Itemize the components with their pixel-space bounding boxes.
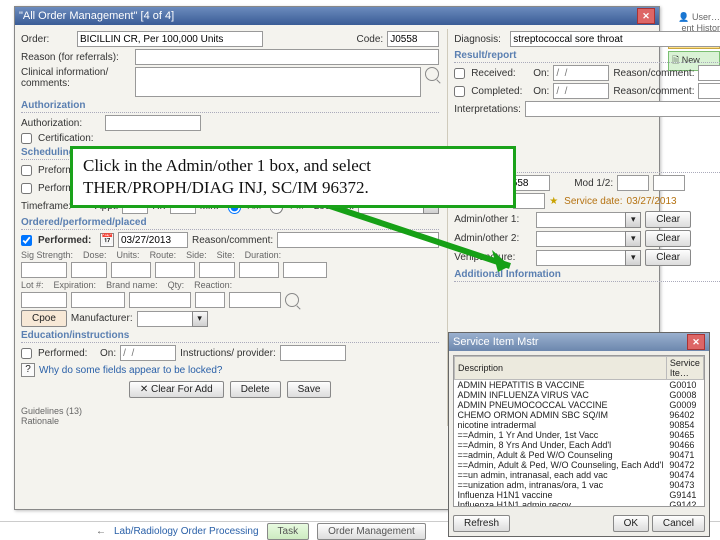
table-row[interactable]: ==Admin, 8 Yrs And Under, Each Add'l9046… bbox=[455, 440, 704, 450]
refresh-button[interactable]: Refresh bbox=[453, 515, 510, 532]
chevron-down-icon[interactable]: ▾ bbox=[192, 311, 208, 327]
table-row[interactable]: ==Admin, 1 Yr And Under, 1st Vacc90465 bbox=[455, 430, 704, 440]
reaction-input[interactable] bbox=[229, 292, 281, 308]
table-row[interactable]: nicotine intradermal90854 bbox=[455, 420, 704, 430]
service-item-master-dialog: Service Item Mstr ✕ Description Service … bbox=[448, 332, 710, 537]
site-input[interactable] bbox=[239, 262, 279, 278]
diagnosis-label: Diagnosis: bbox=[454, 34, 506, 45]
task-button-bottom[interactable]: Task bbox=[267, 523, 310, 540]
chevron-down-icon[interactable]: ▾ bbox=[625, 212, 641, 228]
close-icon[interactable]: ✕ bbox=[687, 334, 705, 350]
venipuncture-input[interactable] bbox=[536, 250, 625, 266]
service-date: 03/27/2013 bbox=[627, 196, 677, 207]
interpretations-input[interactable] bbox=[525, 101, 720, 117]
order-management-button[interactable]: Order Management bbox=[317, 523, 426, 540]
certification-checkbox[interactable] bbox=[21, 133, 32, 144]
side-input[interactable] bbox=[199, 262, 235, 278]
table-row[interactable]: ==Admin, Adult & Ped, W/O Counseling, Ea… bbox=[455, 460, 704, 470]
reason-input[interactable] bbox=[135, 49, 439, 65]
table-row[interactable]: ADMIN PNEUMOCOCCAL VACCINEG0009 bbox=[455, 400, 704, 410]
chevron-down-icon[interactable]: ▾ bbox=[625, 250, 641, 266]
callout-arrow-icon bbox=[320, 200, 540, 300]
dose-input[interactable] bbox=[71, 262, 107, 278]
calendar-icon[interactable]: 📅 bbox=[100, 233, 114, 247]
table-row[interactable]: ADMIN HEPATITIS B VACCINEG0010 bbox=[455, 380, 704, 391]
authorization-label: Authorization: bbox=[21, 118, 101, 129]
education-header: Education/instructions bbox=[21, 330, 439, 343]
instruction-callout: Click in the Admin/other 1 box, and sele… bbox=[70, 146, 516, 208]
table-row[interactable]: CHEMO ORMON ADMIN SBC SQ/IM96402 bbox=[455, 410, 704, 420]
units-input[interactable] bbox=[111, 262, 151, 278]
window-title: "All Order Management" [4 of 4] bbox=[19, 7, 174, 25]
manufacturer-select[interactable] bbox=[137, 311, 192, 327]
qty-input[interactable] bbox=[195, 292, 225, 308]
instructions-input[interactable] bbox=[280, 345, 346, 361]
route-input[interactable] bbox=[155, 262, 195, 278]
mod1-input[interactable] bbox=[617, 175, 649, 191]
rationale-link[interactable]: Rationale bbox=[21, 416, 439, 426]
mod2-input[interactable] bbox=[653, 175, 685, 191]
table-row[interactable]: ==un admin, intranasal, each add vac9047… bbox=[455, 470, 704, 480]
received-checkbox[interactable] bbox=[454, 68, 465, 79]
expiration-input[interactable] bbox=[71, 292, 125, 308]
table-row[interactable]: Influenza H1N1 admin recovG9142 bbox=[455, 500, 704, 507]
table-row[interactable]: Influenza H1N1 vaccineG9141 bbox=[455, 490, 704, 500]
clinical-info-input[interactable] bbox=[135, 67, 421, 97]
brand-input[interactable] bbox=[129, 292, 191, 308]
star-icon: ★ bbox=[549, 196, 558, 207]
table-row[interactable]: ==unization adm, intranas/ora, 1 vac9047… bbox=[455, 480, 704, 490]
col-description[interactable]: Description bbox=[455, 357, 667, 380]
order-input[interactable] bbox=[77, 31, 263, 47]
admin-other-2-input[interactable] bbox=[536, 231, 625, 247]
lot-input[interactable] bbox=[21, 292, 67, 308]
cancel-button[interactable]: Cancel bbox=[652, 515, 705, 532]
locked-fields-link[interactable]: Why do some fields appear to be locked? bbox=[39, 365, 222, 376]
reason-label: Reason (for referrals): bbox=[21, 52, 131, 63]
clinical-info-label: Clinical information/ comments: bbox=[21, 67, 131, 89]
lab-radiology-link[interactable]: Lab/Radiology Order Processing bbox=[114, 526, 259, 537]
clear-for-add-button[interactable]: ✕ Clear For Add bbox=[129, 381, 224, 398]
service-item-table[interactable]: Description Service Ite… ADMIN HEPATITIS… bbox=[454, 356, 704, 507]
ok-button[interactable]: OK bbox=[613, 515, 649, 532]
clear-admin2-button[interactable]: Clear bbox=[645, 230, 691, 247]
completed-checkbox[interactable] bbox=[454, 86, 465, 97]
col-service-item[interactable]: Service Ite… bbox=[666, 357, 703, 380]
table-row[interactable]: ADMIN INFLUENZA VIRUS VACG0008 bbox=[455, 390, 704, 400]
close-icon[interactable]: ✕ bbox=[637, 8, 655, 24]
code-input[interactable] bbox=[387, 31, 439, 47]
authorization-header: Authorization bbox=[21, 100, 439, 113]
admin-other-1-input[interactable] bbox=[536, 212, 625, 228]
preformed-checkbox[interactable] bbox=[21, 165, 32, 176]
save-button[interactable]: Save bbox=[287, 381, 332, 398]
result-report-header: Result/report bbox=[454, 50, 720, 63]
magnify-icon[interactable] bbox=[285, 293, 299, 307]
table-row[interactable]: ==admin, Adult & Ped W/O Counseling90471 bbox=[455, 450, 704, 460]
code-label: Code: bbox=[357, 34, 384, 45]
authorization-input[interactable] bbox=[105, 115, 201, 131]
clear-veni-button[interactable]: Clear bbox=[645, 249, 691, 266]
guidelines-link[interactable]: Guidelines (13) bbox=[21, 406, 439, 416]
performed-checkbox[interactable] bbox=[21, 235, 32, 246]
titlebar: "All Order Management" [4 of 4] ✕ bbox=[15, 7, 659, 25]
clear-admin1-button[interactable]: Clear bbox=[645, 211, 691, 228]
performed-date[interactable] bbox=[118, 232, 188, 248]
delete-button[interactable]: Delete bbox=[230, 381, 281, 398]
cpoe-button[interactable]: Cpoe bbox=[21, 310, 67, 327]
performed-edu-checkbox[interactable] bbox=[21, 348, 32, 359]
performed-checkbox-sched[interactable] bbox=[21, 183, 32, 194]
order-label: Order: bbox=[21, 34, 73, 45]
certification-label: Certification: bbox=[38, 133, 94, 144]
dialog-title: Service Item Mstr bbox=[453, 333, 539, 351]
sig-input[interactable] bbox=[21, 262, 67, 278]
magnify-icon[interactable] bbox=[425, 67, 439, 81]
help-icon[interactable]: ? bbox=[21, 363, 35, 377]
chevron-down-icon[interactable]: ▾ bbox=[625, 231, 641, 247]
diagnosis-input[interactable] bbox=[510, 31, 720, 47]
